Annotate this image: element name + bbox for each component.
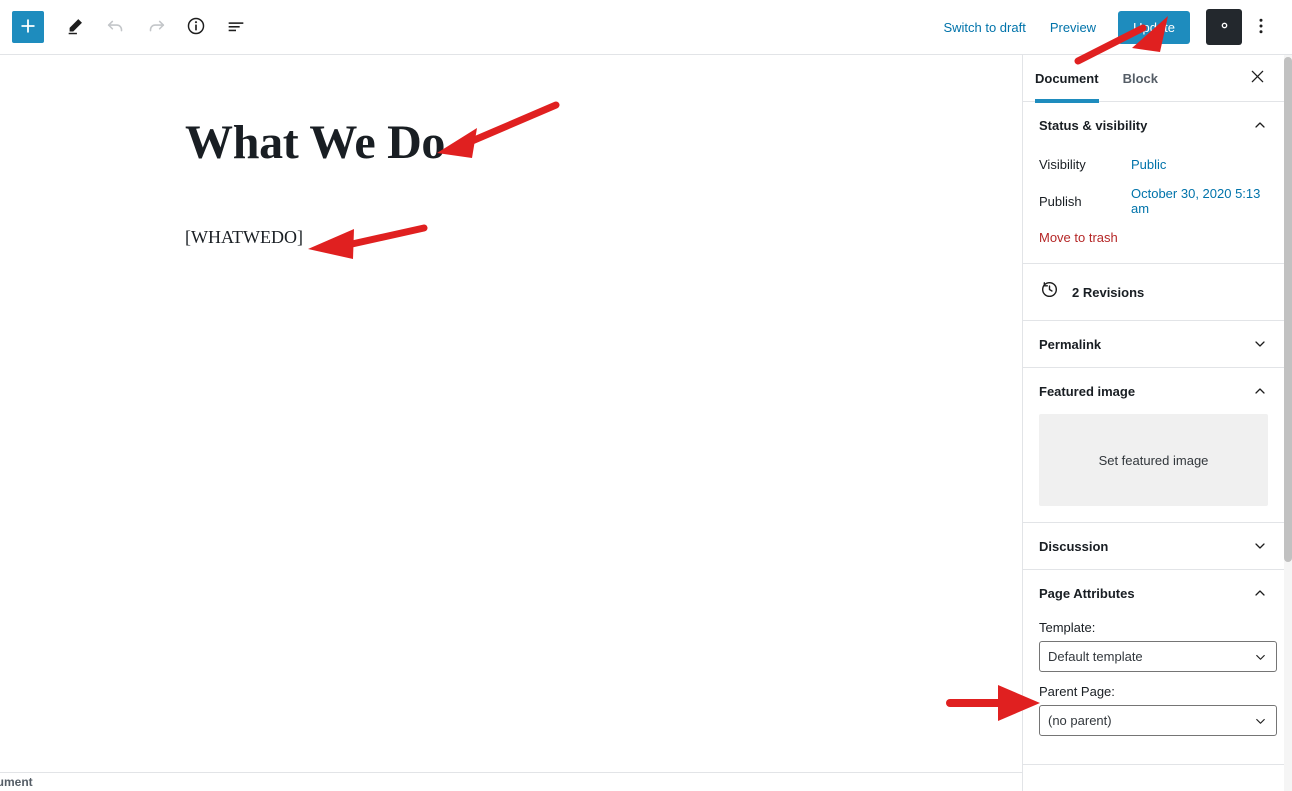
breadcrumb[interactable]: Document: [0, 775, 33, 789]
gear-icon: [1215, 16, 1234, 38]
chevron-down-icon: [1252, 538, 1268, 554]
redo-button[interactable]: [138, 9, 174, 45]
editor-toolbar: Switch to draft Preview Update: [0, 0, 1292, 55]
set-featured-image-button[interactable]: Set featured image: [1039, 414, 1268, 506]
revisions-link[interactable]: 2 Revisions: [1023, 264, 1284, 320]
panel-page-attributes-title: Page Attributes: [1039, 585, 1135, 601]
switch-to-draft-button[interactable]: Switch to draft: [931, 12, 1037, 43]
panel-page-attributes-header[interactable]: Page Attributes: [1023, 570, 1284, 616]
edit-pencil-icon: [65, 15, 87, 40]
content-info-button[interactable]: [178, 9, 214, 45]
preview-button[interactable]: Preview: [1038, 12, 1108, 43]
wordpress-block-editor: Switch to draft Preview Update What We D…: [0, 0, 1292, 791]
set-featured-image-label: Set featured image: [1098, 452, 1209, 468]
info-icon: [185, 15, 207, 40]
parent-page-select-value: (no parent): [1048, 713, 1112, 728]
chevron-up-icon: [1252, 117, 1268, 133]
chevron-up-icon: [1252, 585, 1268, 601]
undo-icon: [105, 15, 127, 40]
publish-date-button[interactable]: October 30, 2020 5:13 am: [1131, 186, 1268, 216]
panel-page-attributes-body: Template: Default template Parent Page: …: [1023, 620, 1284, 764]
update-button[interactable]: Update: [1118, 10, 1190, 44]
panel-permalink-header[interactable]: Permalink: [1023, 321, 1284, 367]
editor-canvas[interactable]: What We Do [WHATWEDO]: [0, 55, 1022, 772]
panel-status-visibility: Status & visibility Visibility Public Pu…: [1023, 102, 1284, 264]
panel-discussion-title: Discussion: [1039, 538, 1109, 554]
panel-featured-image-title: Featured image: [1039, 383, 1136, 399]
chevron-down-icon: [1253, 713, 1268, 728]
close-icon: [1250, 69, 1265, 87]
panel-revisions: 2 Revisions: [1023, 264, 1284, 321]
template-select-value: Default template: [1048, 649, 1143, 664]
edit-mode-button[interactable]: [58, 9, 94, 45]
toolbar-left-group: [0, 9, 254, 45]
panel-permalink-title: Permalink: [1039, 336, 1102, 352]
tab-document[interactable]: Document: [1023, 55, 1111, 103]
list-view-button[interactable]: [218, 9, 254, 45]
panel-status-visibility-title: Status & visibility: [1039, 117, 1148, 133]
panel-permalink: Permalink: [1023, 321, 1284, 368]
add-block-button[interactable]: [12, 11, 44, 43]
visibility-row: Visibility Public: [1039, 148, 1268, 180]
visibility-label: Visibility: [1039, 156, 1086, 172]
post-body-paragraph[interactable]: [WHATWEDO]: [185, 227, 303, 248]
panel-status-visibility-body: Visibility Public Publish October 30, 20…: [1023, 148, 1284, 263]
close-sidebar-button[interactable]: [1242, 63, 1272, 93]
panel-discussion: Discussion: [1023, 523, 1284, 570]
parent-page-label: Parent Page:: [1039, 684, 1115, 699]
post-title[interactable]: What We Do: [185, 116, 445, 170]
move-to-trash-button[interactable]: Move to trash: [1039, 222, 1118, 247]
add-block-icon: [19, 17, 37, 38]
kebab-menu-icon: [1251, 16, 1271, 39]
parent-page-select[interactable]: (no parent): [1039, 705, 1277, 736]
chevron-down-icon: [1252, 336, 1268, 352]
more-menu-button[interactable]: [1244, 9, 1278, 45]
publish-row: Publish October 30, 2020 5:13 am: [1039, 180, 1268, 222]
tab-block[interactable]: Block: [1111, 55, 1170, 102]
undo-button[interactable]: [98, 9, 134, 45]
panel-featured-image: Featured image Set featured image: [1023, 368, 1284, 523]
panel-page-attributes: Page Attributes Template: Default templa…: [1023, 570, 1284, 765]
list-view-icon: [225, 15, 247, 40]
editor-breadcrumb-bar: Document: [0, 772, 1022, 791]
settings-sidebar: Document Block Status & visibility Visib…: [1022, 55, 1292, 791]
chevron-down-icon: [1253, 649, 1268, 664]
sidebar-scrollbar[interactable]: [1284, 55, 1292, 791]
sidebar-scrollbar-thumb[interactable]: [1284, 57, 1292, 562]
redo-icon: [145, 15, 167, 40]
visibility-value-button[interactable]: Public: [1131, 157, 1166, 172]
panel-discussion-header[interactable]: Discussion: [1023, 523, 1284, 569]
toolbar-right-group: Switch to draft Preview Update: [931, 9, 1292, 45]
template-label: Template:: [1039, 620, 1096, 635]
settings-button[interactable]: [1206, 9, 1242, 45]
publish-label: Publish: [1039, 193, 1082, 209]
chevron-up-icon: [1252, 383, 1268, 399]
sidebar-scroll-region: Document Block Status & visibility Visib…: [1023, 55, 1284, 791]
revision-clock-icon: [1039, 279, 1060, 305]
panel-status-visibility-header[interactable]: Status & visibility: [1023, 102, 1284, 148]
template-select[interactable]: Default template: [1039, 641, 1277, 672]
sidebar-tab-bar: Document Block: [1023, 55, 1284, 103]
revisions-count-label: 2 Revisions: [1072, 284, 1145, 300]
panel-featured-image-header[interactable]: Featured image: [1023, 368, 1284, 414]
